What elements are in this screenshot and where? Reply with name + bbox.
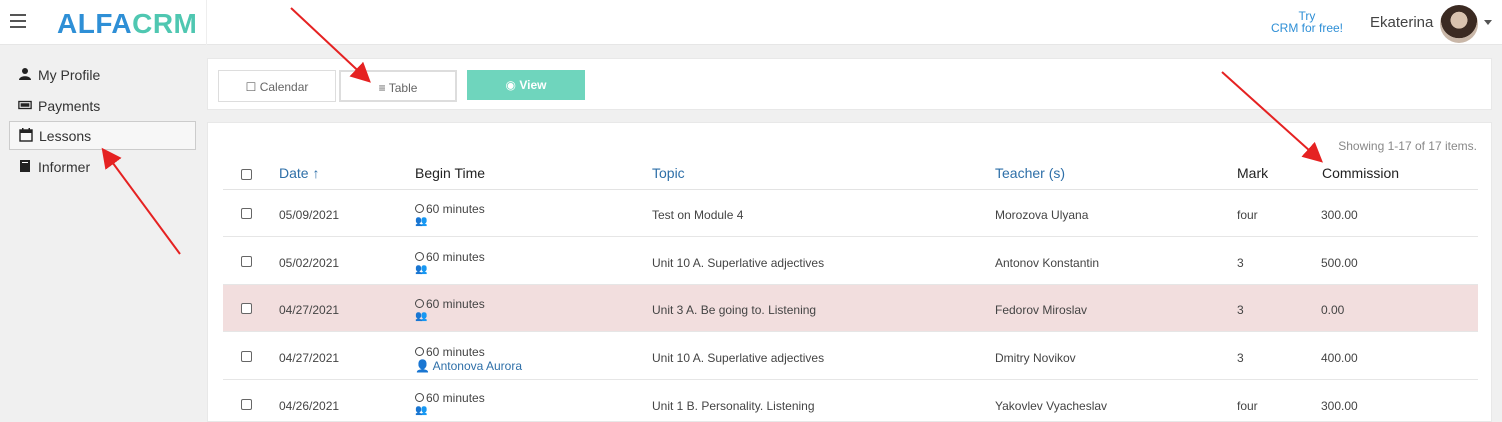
row-checkbox[interactable] <box>241 256 252 267</box>
list-icon: ≡ <box>378 81 386 95</box>
row-teacher: Fedorov Miroslav <box>995 303 1088 317</box>
group-icon: 👥 <box>415 405 428 416</box>
row-checkbox[interactable] <box>241 351 252 362</box>
row-date: 05/09/2021 <box>279 208 340 222</box>
header-topic[interactable]: Topic <box>652 165 685 181</box>
row-mark: 3 <box>1237 256 1244 270</box>
table-row[interactable]: 04/27/2021 60 minutes 👤 Antonova Aurora … <box>223 333 1478 380</box>
row-commission: 0.00 <box>1321 303 1345 317</box>
logo-area[interactable]: ALFACRM <box>40 0 207 45</box>
row-begin-time: 60 minutes 👥 <box>415 202 485 227</box>
row-teacher: Yakovlev Vyacheslav <box>995 399 1108 413</box>
sidebar-item-payments[interactable]: Payments <box>9 92 196 121</box>
row-teacher: Dmitry Novikov <box>995 351 1076 365</box>
view-toolbar: ☐ Calendar ≡ Table ◉ View <box>207 58 1492 110</box>
header-teacher[interactable]: Teacher (s) <box>995 165 1065 181</box>
lessons-table-panel: Showing 1-17 of 17 items. Date ↑ Begin T… <box>207 122 1492 422</box>
row-checkbox[interactable] <box>241 399 252 410</box>
user-icon: 👤 <box>415 359 430 373</box>
user-name[interactable]: Ekaterina <box>1370 14 1433 31</box>
row-date: 05/02/2021 <box>279 256 340 270</box>
row-mark: four <box>1237 399 1258 413</box>
tab-calendar[interactable]: ☐ Calendar <box>218 70 336 102</box>
money-icon <box>18 101 32 110</box>
group-icon: 👥 <box>415 264 428 275</box>
calendar-icon: ☐ <box>245 80 257 94</box>
avatar[interactable] <box>1440 5 1478 43</box>
row-checkbox[interactable] <box>241 208 252 219</box>
calendar-icon <box>19 128 33 142</box>
clock-icon <box>415 299 424 308</box>
row-commission: 300.00 <box>1321 399 1358 413</box>
sidebar: My Profile Payments Lessons Informer <box>0 46 207 422</box>
student-link[interactable]: 👤 Antonova Aurora <box>415 359 522 373</box>
row-mark: 3 <box>1237 351 1244 365</box>
user-icon <box>19 68 31 81</box>
row-commission: 300.00 <box>1321 208 1358 222</box>
row-topic: Unit 1 B. Personality. Listening <box>652 399 815 413</box>
group-icon: 👥 <box>415 311 428 322</box>
logo[interactable]: ALFACRM <box>57 8 197 40</box>
row-date: 04/27/2021 <box>279 351 340 365</box>
row-topic: Test on Module 4 <box>652 208 744 222</box>
clock-icon <box>415 393 424 402</box>
row-teacher: Antonov Konstantin <box>995 256 1100 270</box>
header-commission: Commission <box>1322 165 1400 181</box>
row-mark: four <box>1237 208 1258 222</box>
eye-icon: ◉ <box>505 78 516 92</box>
row-topic: Unit 3 A. Be going to. Listening <box>652 303 817 317</box>
sidebar-item-lessons[interactable]: Lessons <box>9 121 196 150</box>
header-begin-time: Begin Time <box>415 165 486 181</box>
row-teacher: Morozova Ulyana <box>995 208 1089 222</box>
table-row[interactable]: 05/09/2021 60 minutes 👥 Test on Module 4… <box>223 190 1478 237</box>
row-begin-time: 60 minutes 👤 Antonova Aurora <box>415 345 523 373</box>
header-mark: Mark <box>1237 165 1269 181</box>
row-date: 04/27/2021 <box>279 303 340 317</box>
header-date[interactable]: Date ↑ <box>279 165 319 181</box>
book-icon <box>20 160 30 173</box>
try-crm-link[interactable]: Try CRM for free! <box>1262 10 1352 34</box>
group-icon: 👥 <box>415 216 428 227</box>
table-row[interactable]: 05/02/2021 60 minutes 👥 Unit 10 A. Super… <box>223 238 1478 285</box>
row-checkbox[interactable] <box>241 303 252 314</box>
table-summary: Showing 1-17 of 17 items. <box>1338 139 1477 153</box>
sidebar-item-informer[interactable]: Informer <box>9 153 196 182</box>
row-begin-time: 60 minutes 👥 <box>415 391 485 416</box>
clock-icon <box>415 347 424 356</box>
chevron-down-icon[interactable] <box>1484 20 1492 25</box>
row-date: 04/26/2021 <box>279 399 340 413</box>
view-button[interactable]: ◉ View <box>467 70 585 100</box>
top-header: ALFACRM Try CRM for free! Ekaterina <box>0 0 1502 45</box>
table-row[interactable]: 04/26/2021 60 minutes 👥 Unit 1 B. Person… <box>223 381 1478 422</box>
row-commission: 400.00 <box>1321 351 1358 365</box>
row-mark: 3 <box>1237 303 1244 317</box>
row-commission: 500.00 <box>1321 256 1358 270</box>
tab-table[interactable]: ≡ Table <box>339 70 457 102</box>
select-all-checkbox[interactable] <box>241 169 252 180</box>
clock-icon <box>415 204 424 213</box>
row-begin-time: 60 minutes 👥 <box>415 250 485 275</box>
sidebar-item-my-profile[interactable]: My Profile <box>9 61 196 90</box>
clock-icon <box>415 252 424 261</box>
row-begin-time: 60 minutes 👥 <box>415 297 485 322</box>
row-topic: Unit 10 A. Superlative adjectives <box>652 351 825 365</box>
row-topic: Unit 10 A. Superlative adjectives <box>652 256 825 270</box>
menu-icon[interactable] <box>10 14 26 28</box>
table-row[interactable]: 04/27/2021 60 minutes 👥 Unit 3 A. Be goi… <box>223 285 1478 332</box>
